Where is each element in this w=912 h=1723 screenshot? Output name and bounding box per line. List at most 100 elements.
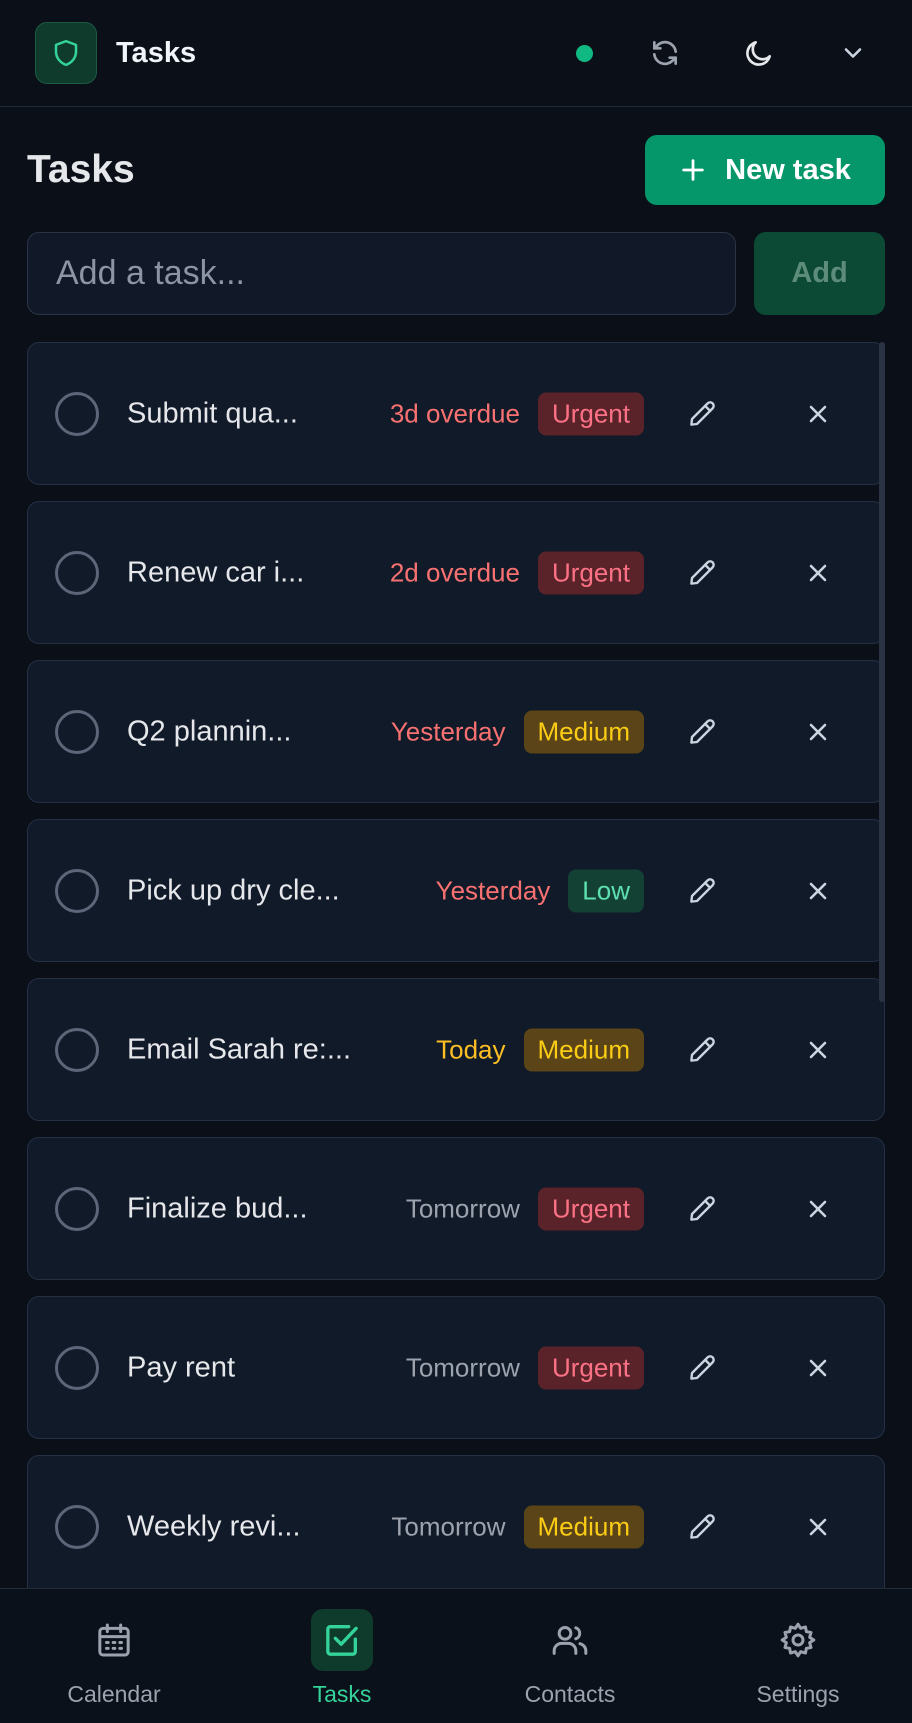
task-due-date: Yesterday xyxy=(435,875,551,905)
task-complete-checkbox[interactable] xyxy=(55,550,99,595)
close-icon xyxy=(804,1036,832,1064)
nav-label: Calendar xyxy=(67,1681,161,1707)
theme-toggle-button[interactable] xyxy=(735,29,783,77)
task-complete-checkbox[interactable] xyxy=(55,391,99,436)
close-icon xyxy=(804,1354,832,1382)
sync-button[interactable] xyxy=(641,29,689,77)
task-complete-checkbox[interactable] xyxy=(55,868,99,913)
nav-item-settings[interactable]: Settings xyxy=(684,1589,912,1723)
task-due-date: Tomorrow xyxy=(391,1511,506,1541)
delete-task-button[interactable] xyxy=(796,1028,840,1072)
task-meta: Today Medium xyxy=(436,1028,644,1071)
nav-label: Settings xyxy=(756,1681,840,1707)
task-complete-checkbox[interactable] xyxy=(55,1186,99,1231)
task-meta: Tomorrow Medium xyxy=(391,1505,644,1548)
moon-icon xyxy=(746,41,771,66)
nav-icon-container xyxy=(539,1609,601,1671)
delete-task-button[interactable] xyxy=(796,710,840,754)
calendar-icon xyxy=(98,1623,130,1657)
nav-item-calendar[interactable]: Calendar xyxy=(0,1589,228,1723)
nav-icon-container xyxy=(767,1609,829,1671)
edit-task-button[interactable] xyxy=(680,1346,724,1390)
priority-badge: Medium xyxy=(523,710,644,753)
close-icon xyxy=(804,559,832,587)
delete-task-button[interactable] xyxy=(796,392,840,436)
delete-task-button[interactable] xyxy=(796,1346,840,1390)
task-item[interactable]: Email Sarah re:... Today Medium xyxy=(27,978,885,1121)
task-complete-checkbox[interactable] xyxy=(55,709,99,754)
edit-task-button[interactable] xyxy=(680,551,724,595)
account-menu-button[interactable] xyxy=(829,29,877,77)
page-title-row: Tasks New task xyxy=(27,135,885,205)
task-item[interactable]: Q2 plannin... Yesterday Medium xyxy=(27,660,885,803)
edit-task-button[interactable] xyxy=(680,1028,724,1072)
task-item[interactable]: Finalize bud... Tomorrow Urgent xyxy=(27,1137,885,1280)
new-task-label: New task xyxy=(725,153,851,186)
task-item[interactable]: Pick up dry cle... Yesterday Low xyxy=(27,819,885,962)
sync-status-indicator xyxy=(576,44,593,62)
task-meta: Tomorrow Urgent xyxy=(406,1187,644,1230)
chevron-down-icon xyxy=(844,48,862,58)
checkbox-icon xyxy=(326,1625,358,1656)
edit-task-button[interactable] xyxy=(680,710,724,754)
close-icon xyxy=(804,1513,832,1541)
task-title: Email Sarah re:... xyxy=(127,1033,352,1065)
pencil-icon xyxy=(687,558,717,588)
task-due-date: Tomorrow xyxy=(405,1352,520,1382)
task-due-date: Yesterday xyxy=(390,716,506,746)
add-button[interactable]: Add xyxy=(754,232,885,315)
task-item[interactable]: Submit qua... 3d overdue Urgent xyxy=(27,342,885,485)
task-title: Submit qua... xyxy=(127,397,298,429)
nav-item-contacts[interactable]: Contacts xyxy=(456,1589,684,1723)
app: Tasks Tasks New task Add a task... Add S… xyxy=(0,0,912,1723)
edit-task-button[interactable] xyxy=(680,869,724,913)
task-complete-checkbox[interactable] xyxy=(55,1345,99,1390)
priority-badge: Medium xyxy=(523,1505,644,1548)
task-item[interactable]: Renew car i... 2d overdue Urgent xyxy=(27,501,885,644)
close-icon xyxy=(804,877,832,905)
priority-badge: Low xyxy=(568,869,644,912)
task-list-scrollbar[interactable] xyxy=(879,342,885,1002)
nav-item-tasks[interactable]: Tasks xyxy=(228,1589,456,1723)
delete-task-button[interactable] xyxy=(796,551,840,595)
delete-task-button[interactable] xyxy=(796,869,840,913)
task-title: Weekly revi... xyxy=(127,1510,301,1542)
task-meta: 2d overdue Urgent xyxy=(390,551,644,594)
task-title: Renew car i... xyxy=(127,556,305,588)
nav-icon-container xyxy=(311,1609,373,1671)
quick-add-input[interactable] xyxy=(27,232,736,315)
priority-badge: Urgent xyxy=(537,392,644,435)
plus-icon xyxy=(679,156,707,184)
delete-task-button[interactable] xyxy=(796,1187,840,1231)
priority-badge: Urgent xyxy=(537,551,644,594)
close-icon xyxy=(804,1195,832,1223)
delete-task-button[interactable] xyxy=(796,1505,840,1549)
close-icon xyxy=(804,400,832,428)
task-meta: Yesterday Medium xyxy=(391,710,644,753)
sync-icon xyxy=(653,40,677,66)
users-icon xyxy=(552,1626,588,1655)
task-item[interactable]: Weekly revi... Tomorrow Medium xyxy=(27,1455,885,1598)
edit-task-button[interactable] xyxy=(680,1505,724,1549)
gear-icon xyxy=(780,1622,816,1658)
priority-badge: Medium xyxy=(523,1028,644,1071)
task-meta: Tomorrow Urgent xyxy=(406,1346,644,1389)
task-item[interactable]: Pay rent Tomorrow Urgent xyxy=(27,1296,885,1439)
pencil-icon xyxy=(687,1035,717,1065)
edit-task-button[interactable] xyxy=(680,392,724,436)
new-task-button[interactable]: New task xyxy=(645,135,885,205)
pencil-icon xyxy=(687,1353,717,1383)
task-due-date: Tomorrow xyxy=(405,1193,520,1223)
app-header: Tasks xyxy=(0,0,912,107)
pencil-icon xyxy=(687,717,717,747)
task-complete-checkbox[interactable] xyxy=(55,1504,99,1549)
edit-task-button[interactable] xyxy=(680,1187,724,1231)
close-icon xyxy=(804,718,832,746)
task-meta: 3d overdue Urgent xyxy=(390,392,644,435)
quick-add-row: Add xyxy=(27,232,885,315)
pencil-icon xyxy=(687,1194,717,1224)
task-complete-checkbox[interactable] xyxy=(55,1027,99,1072)
task-due-date: 3d overdue xyxy=(389,398,520,428)
task-due-date: Today xyxy=(436,1034,506,1064)
pencil-icon xyxy=(687,876,717,906)
